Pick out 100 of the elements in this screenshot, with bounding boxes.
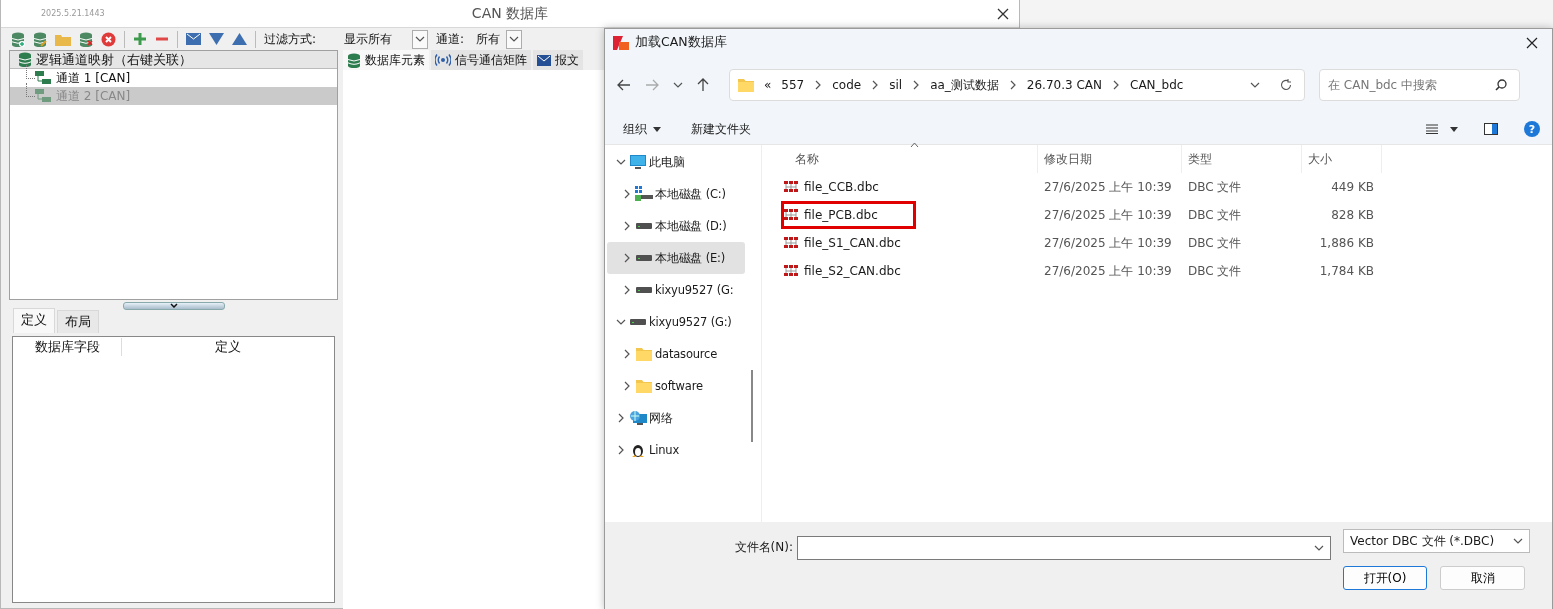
dropdown-button[interactable] (506, 29, 523, 49)
drive-icon (636, 287, 652, 293)
tab[interactable]: 信号通信矩阵 (431, 50, 531, 70)
toolbar-button[interactable]: 新建文件夹 (691, 120, 751, 138)
file-size: 1,784 KB (1318, 264, 1375, 278)
refresh-icon[interactable] (1280, 79, 1292, 91)
column-header[interactable]: 大小 (1302, 145, 1382, 173)
tab[interactable]: 数据库元素 (343, 50, 429, 70)
caret-icon (653, 126, 661, 132)
dropdown-button[interactable] (412, 29, 429, 49)
expand-chevron-icon[interactable] (617, 413, 625, 423)
nav-item[interactable]: 网络 (607, 402, 745, 434)
database-remove-icon[interactable] (79, 31, 93, 47)
channel-icon (34, 71, 52, 85)
nav-item[interactable]: Linux (607, 434, 745, 466)
search-field[interactable]: 在 CAN_bdc 中搜索 (1319, 69, 1520, 101)
filter-value[interactable]: 显示所有 (340, 30, 413, 48)
filename-field[interactable] (797, 535, 1331, 560)
down-triangle-icon[interactable] (209, 33, 224, 45)
envelope-icon[interactable] (186, 33, 201, 45)
caret-icon[interactable] (1450, 126, 1458, 132)
file-date: 27/6/2025 上午 10:39 (1043, 234, 1173, 252)
nav-item[interactable]: software (607, 370, 745, 402)
breadcrumb-item[interactable]: CAN_bdc (1130, 78, 1184, 92)
menu-button[interactable]: 组织 (623, 120, 661, 138)
envelope-icon (537, 54, 551, 66)
nav-item[interactable]: 此电脑 (607, 146, 745, 178)
expand-chevron-icon[interactable] (623, 381, 631, 391)
database-icon (18, 52, 32, 67)
cancel-icon[interactable] (101, 31, 116, 47)
plus-icon[interactable] (133, 32, 147, 46)
tab[interactable]: 布局 (57, 310, 99, 333)
nav-item[interactable]: kixyu9527 (G:) (607, 306, 745, 338)
file-name: file_PCB.dbc (804, 208, 878, 222)
expand-chevron-icon[interactable] (616, 318, 626, 326)
nav-item[interactable]: 本地磁盘 (C:) (607, 178, 745, 210)
column-header[interactable]: 名称 (774, 145, 1038, 173)
tab[interactable]: 定义 (13, 308, 55, 333)
recent-chevron-icon[interactable] (673, 81, 683, 89)
channel-value[interactable]: 所有 (472, 30, 507, 48)
help-button[interactable]: ? (1524, 121, 1540, 137)
search-icon (1495, 79, 1507, 91)
cancel-button[interactable]: 取消 (1440, 566, 1525, 590)
file-row[interactable]: file_PCB.dbc 27/6/2025 上午 10:39 DBC 文件 828 KB (774, 201, 1552, 229)
overflow-button[interactable]: « (764, 78, 772, 92)
dropdown-chevron-icon (1314, 543, 1324, 552)
breadcrumb-chevron-icon (912, 80, 921, 90)
expand-chevron-icon[interactable] (616, 158, 626, 166)
sort-caret-icon (910, 142, 919, 148)
column-header[interactable]: 类型 (1182, 145, 1302, 173)
back-arrow-icon[interactable] (617, 79, 631, 91)
file-row[interactable]: file_CCB.dbc 27/6/2025 上午 10:39 DBC 文件 449 KB (774, 173, 1552, 201)
network-icon (629, 410, 647, 426)
close-icon[interactable] (997, 7, 1009, 20)
expand-chevron-icon[interactable] (623, 349, 631, 359)
history-chevron-icon[interactable] (1250, 81, 1260, 89)
network-nodes-icon (784, 181, 798, 193)
file-type: DBC 文件 (1187, 234, 1243, 252)
expand-chevron-icon[interactable] (623, 253, 631, 263)
splitter-handle[interactable] (122, 301, 225, 310)
dialog-title: 加载CAN数据库 (635, 34, 727, 51)
database-add-icon[interactable] (11, 31, 25, 47)
up-arrow-icon[interactable] (697, 78, 709, 92)
nav-item[interactable]: datasource (607, 338, 745, 370)
file-date: 27/6/2025 上午 10:39 (1043, 262, 1173, 280)
breadcrumb-item[interactable]: sil (889, 78, 903, 92)
file-name: file_CCB.dbc (804, 180, 879, 194)
tab[interactable]: 报文 (533, 50, 583, 70)
open-button[interactable]: 打开(O) (1343, 566, 1427, 590)
expand-chevron-icon[interactable] (623, 285, 631, 295)
database-edit-icon[interactable] (33, 31, 47, 47)
expand-chevron-icon[interactable] (623, 221, 631, 231)
column-header[interactable]: 修改日期 (1038, 145, 1182, 173)
breadcrumb-chevron-icon (1008, 80, 1017, 90)
up-triangle-icon[interactable] (232, 33, 247, 45)
file-row[interactable]: file_S1_CAN.dbc 27/6/2025 上午 10:39 DBC 文件 1,886 KB (774, 229, 1552, 257)
file-row[interactable]: file_S2_CAN.dbc 27/6/2025 上午 10:39 DBC 文件 1,784 KB (774, 257, 1552, 285)
folder-icon (738, 78, 754, 92)
nav-item[interactable]: 本地磁盘 (D:) (607, 210, 745, 242)
expand-chevron-icon[interactable] (617, 445, 625, 455)
monitor-icon (630, 154, 646, 170)
file-type-dropdown[interactable]: Vector DBC 文件 (*.DBC) (1343, 529, 1530, 553)
breadcrumb-item[interactable]: 26.70.3 CAN (1026, 78, 1103, 92)
column-header: 数据库字段 (13, 338, 122, 356)
chevron-down-icon (415, 35, 426, 43)
nav-item[interactable]: kixyu9527 (G: (607, 274, 745, 306)
scrollbar-thumb[interactable] (751, 370, 753, 442)
folder-icon (636, 379, 652, 393)
preview-pane-icon[interactable] (1484, 123, 1498, 135)
breadcrumb-item[interactable]: 557 (781, 78, 805, 92)
nav-item[interactable]: 本地磁盘 (E:) (607, 242, 745, 274)
expand-chevron-icon[interactable] (623, 189, 631, 199)
penguin-icon (631, 442, 645, 458)
window-title: CAN 数据库 (471, 4, 549, 23)
list-view-icon[interactable] (1426, 124, 1438, 134)
close-icon[interactable] (1526, 36, 1538, 49)
breadcrumb-item[interactable]: code (832, 78, 862, 92)
breadcrumb-item[interactable]: aa_测试数据 (930, 76, 999, 94)
file-size: 828 KB (1330, 208, 1375, 222)
address-bar[interactable]: « 557 code sil aa_测试数据 26.70.3 CAN CAN_bdc (729, 69, 1305, 101)
